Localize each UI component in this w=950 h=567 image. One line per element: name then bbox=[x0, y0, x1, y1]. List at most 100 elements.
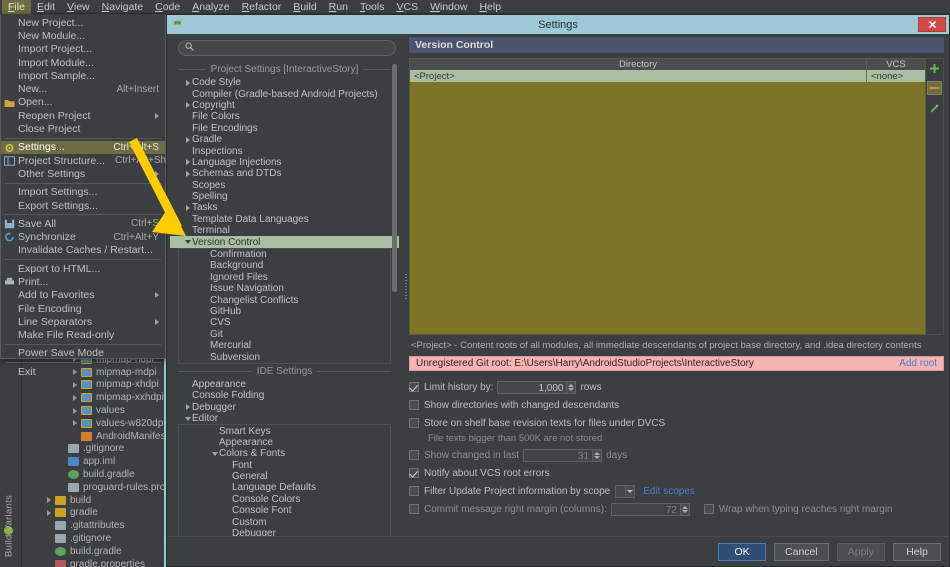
project-tree-item[interactable]: build.gradle bbox=[28, 545, 168, 558]
project-tree-item[interactable]: values-w820dp bbox=[28, 417, 168, 430]
checkbox-commit-right-margin[interactable] bbox=[409, 504, 419, 514]
spinner-commit-right-margin[interactable] bbox=[681, 503, 690, 516]
expand-arrow-icon[interactable] bbox=[47, 497, 51, 503]
menubar-item-build[interactable]: Build bbox=[287, 0, 322, 14]
menubar-item-navigate[interactable]: Navigate bbox=[96, 0, 149, 14]
table-row[interactable]: <Project> <none> bbox=[410, 70, 925, 83]
file-menu-item-settings[interactable]: Settings...Ctrl+Alt+S bbox=[1, 141, 165, 154]
settings-tree-item-debugger[interactable]: Debugger bbox=[179, 528, 390, 536]
file-menu-item-power-save-mode[interactable]: Power Save Mode bbox=[1, 347, 165, 360]
project-tree-item[interactable]: .gitattributes bbox=[28, 519, 168, 532]
file-menu-item-open[interactable]: Open... bbox=[1, 96, 165, 109]
expand-arrow-icon[interactable] bbox=[183, 159, 192, 165]
checkbox-show-changed-in-last[interactable] bbox=[409, 450, 419, 460]
settings-tree-item-console-folding[interactable]: Console Folding bbox=[170, 390, 399, 401]
settings-tree-item-language-defaults[interactable]: Language Defaults bbox=[179, 482, 390, 493]
expand-arrow-icon[interactable] bbox=[183, 102, 192, 108]
menubar-item-run[interactable]: Run bbox=[323, 0, 354, 14]
settings-tree-scrollbar[interactable] bbox=[392, 64, 397, 292]
cancel-button[interactable]: Cancel bbox=[774, 543, 829, 561]
settings-tree-item-gradle[interactable]: Gradle bbox=[170, 134, 399, 145]
file-menu-item-import-project[interactable]: Import Project... bbox=[1, 43, 165, 56]
collapse-arrow-icon[interactable] bbox=[183, 240, 192, 244]
option-limit-history[interactable]: Limit history by:1,000rows bbox=[409, 379, 944, 395]
expand-arrow-icon[interactable] bbox=[183, 404, 192, 410]
project-tree-item[interactable]: AndroidManifest.xml bbox=[28, 430, 168, 443]
checkbox-filter-update-by-scope[interactable] bbox=[409, 486, 419, 496]
project-tree-item[interactable]: build.gradle bbox=[28, 468, 168, 481]
file-menu-item-invalidate-caches-restart[interactable]: Invalidate Caches / Restart... bbox=[1, 244, 165, 257]
close-icon[interactable] bbox=[918, 17, 946, 32]
option-commit-right-margin[interactable]: Commit message right margin (columns):72… bbox=[409, 501, 944, 517]
settings-tree-scroll[interactable]: Project Settings [InteractiveStory]Code … bbox=[170, 62, 399, 536]
vcs-table[interactable]: Directory VCS <Project> <none> bbox=[409, 58, 926, 335]
expand-arrow-icon[interactable] bbox=[183, 137, 192, 143]
file-menu-item-close-project[interactable]: Close Project bbox=[1, 122, 165, 135]
settings-tree-item-subversion[interactable]: Subversion bbox=[179, 351, 390, 362]
file-menu-item-print[interactable]: Print... bbox=[1, 275, 165, 288]
settings-tree-item-version-control[interactable]: Version Control bbox=[170, 236, 399, 247]
help-button[interactable]: Help bbox=[893, 543, 941, 561]
file-menu-item-synchronize[interactable]: SynchronizeCtrl+Alt+Y bbox=[1, 230, 165, 243]
edit-root-button[interactable] bbox=[927, 101, 942, 115]
collapse-arrow-icon[interactable] bbox=[210, 452, 219, 456]
settings-tree-item-custom[interactable]: Custom bbox=[179, 516, 390, 527]
file-menu-dropdown[interactable]: New Project...New Module...Import Projec… bbox=[0, 14, 166, 359]
settings-tree-item-git[interactable]: Git bbox=[179, 329, 390, 340]
settings-tree-item-background[interactable]: Background bbox=[179, 260, 390, 271]
checkbox-notify-vcs-root-errors[interactable] bbox=[409, 468, 419, 478]
settings-tree-item-cvs[interactable]: CVS bbox=[179, 317, 390, 328]
settings-tree-item-scopes[interactable]: Scopes bbox=[170, 180, 399, 191]
collapse-arrow-icon[interactable] bbox=[183, 417, 192, 421]
project-tree-item[interactable]: values bbox=[28, 404, 168, 417]
file-menu-item-file-encoding[interactable]: File Encoding bbox=[1, 302, 165, 315]
settings-tree-item-general[interactable]: General bbox=[179, 471, 390, 482]
checkbox-limit-history[interactable] bbox=[409, 382, 419, 392]
spinner-show-changed-in-last[interactable] bbox=[593, 449, 602, 462]
settings-tree-item-font[interactable]: Font bbox=[179, 460, 390, 471]
menubar-item-edit[interactable]: Edit bbox=[31, 0, 61, 14]
expand-arrow-icon[interactable] bbox=[73, 395, 77, 401]
file-menu-item-import-settings[interactable]: Import Settings... bbox=[1, 186, 165, 199]
project-tool-window-tree[interactable]: mipmap-hdpimipmap-mdpimipmap-xhdpimipmap… bbox=[28, 359, 168, 567]
menubar-item-analyze[interactable]: Analyze bbox=[186, 0, 235, 14]
field-show-changed-in-last[interactable]: 31 bbox=[523, 449, 593, 462]
settings-tree-item-editor[interactable]: Editor bbox=[170, 413, 399, 424]
settings-tree-item-console-colors[interactable]: Console Colors bbox=[179, 494, 390, 505]
edit-scopes-link[interactable]: Edit scopes bbox=[643, 486, 695, 497]
option-store-shelf-base-revision[interactable]: Store on shelf base revision texts for f… bbox=[409, 415, 944, 431]
expand-arrow-icon[interactable] bbox=[73, 420, 77, 426]
file-menu-item-other-settings[interactable]: Other Settings bbox=[1, 167, 165, 180]
file-menu-item-reopen-project[interactable]: Reopen Project bbox=[1, 109, 165, 122]
chevron-down-icon[interactable] bbox=[625, 486, 634, 497]
file-menu-item-new[interactable]: New...Alt+Insert bbox=[1, 82, 165, 95]
expand-arrow-icon[interactable] bbox=[47, 510, 51, 516]
field-commit-right-margin[interactable]: 72 bbox=[611, 503, 681, 516]
project-tree-item[interactable]: .gitignore bbox=[28, 532, 168, 545]
settings-tree-item-changelist-conflicts[interactable]: Changelist Conflicts bbox=[179, 294, 390, 305]
project-tree-item[interactable]: build bbox=[28, 494, 168, 507]
settings-tree-item-ignored-files[interactable]: Ignored Files bbox=[179, 272, 390, 283]
settings-tree-item-github[interactable]: GitHub bbox=[179, 306, 390, 317]
ok-button[interactable]: OK bbox=[718, 543, 766, 561]
settings-tree-item-smart-keys[interactable]: Smart Keys bbox=[179, 425, 390, 436]
expand-arrow-icon[interactable] bbox=[73, 382, 77, 388]
project-tree-item[interactable]: gradle bbox=[28, 507, 168, 520]
expand-arrow-icon[interactable] bbox=[183, 205, 192, 211]
add-root-link[interactable]: Add root bbox=[899, 358, 937, 369]
settings-search-box[interactable] bbox=[178, 40, 396, 56]
option-filter-update-by-scope[interactable]: Filter Update Project information by sco… bbox=[409, 483, 944, 499]
menubar-item-file[interactable]: File bbox=[2, 0, 31, 14]
project-tree-item[interactable]: mipmap-xxhdpi bbox=[28, 391, 168, 404]
expand-arrow-icon[interactable] bbox=[183, 80, 192, 86]
project-tree-item[interactable]: app.iml bbox=[28, 455, 168, 468]
file-menu-item-exit[interactable]: Exit bbox=[1, 365, 165, 378]
settings-tree-item-copyright[interactable]: Copyright bbox=[170, 100, 399, 111]
field-limit-history[interactable]: 1,000 bbox=[497, 381, 567, 394]
file-menu-item-new-project[interactable]: New Project... bbox=[1, 16, 165, 29]
column-header-vcs[interactable]: VCS bbox=[867, 59, 925, 70]
settings-tree-item-confirmation[interactable]: Confirmation bbox=[179, 249, 390, 260]
file-menu-item-export-to-html[interactable]: Export to HTML... bbox=[1, 262, 165, 275]
settings-tree-item-file-colors[interactable]: File Colors bbox=[170, 111, 399, 122]
project-tree-item[interactable]: .gitignore bbox=[28, 443, 168, 456]
